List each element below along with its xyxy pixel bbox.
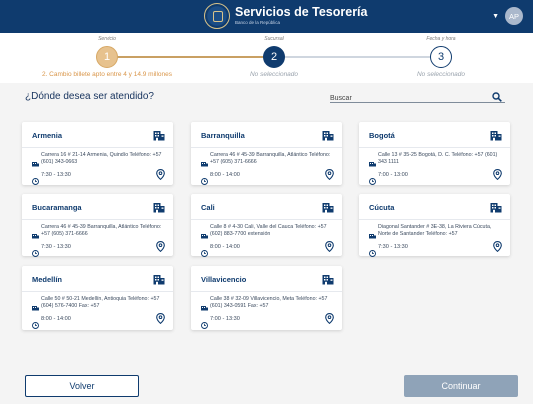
- user-menu[interactable]: ▼ AP: [492, 7, 523, 25]
- step-number[interactable]: 1: [96, 46, 118, 68]
- branch-card[interactable]: Barranquilla Carrera 46 # 45-39 Barranqui…: [191, 122, 342, 185]
- branch-hours: 7:00 - 13:30: [210, 316, 240, 322]
- card-divider: [22, 219, 173, 220]
- avatar[interactable]: AP: [505, 7, 523, 25]
- clock-icon: [369, 172, 376, 190]
- continue-button[interactable]: Continuar: [404, 375, 518, 397]
- branch-name: Cali: [201, 203, 215, 212]
- branch-hours: 7:30 - 13:30: [41, 244, 71, 250]
- clock-icon: [32, 316, 39, 334]
- building-icon: [322, 272, 334, 290]
- address-icon: [369, 154, 376, 172]
- branch-address: Carrera 16 # 21-14 Armenia, Quindío Telé…: [41, 152, 162, 165]
- branch-card[interactable]: Cali Calle 8 # 4-30 Cali, Valle del Cauca…: [191, 194, 342, 257]
- clock-icon: [201, 244, 208, 262]
- building-icon: [153, 128, 165, 146]
- location-pin-icon[interactable]: [493, 167, 502, 185]
- card-divider: [359, 147, 510, 148]
- clock-icon: [32, 172, 39, 190]
- branch-address: Carrera 46 # 45-39 Barranquilla, Atlánti…: [210, 152, 331, 165]
- step-status: 2. Cambio billete apto entre 4 y 14.9 mi…: [41, 71, 173, 78]
- branch-name: Barranquilla: [201, 131, 245, 140]
- address-icon: [32, 298, 39, 316]
- address-icon: [201, 226, 208, 244]
- branch-address: Calle 50 # 50-21 Medellín, Antioquia Tel…: [41, 296, 160, 309]
- card-divider: [191, 291, 342, 292]
- back-button[interactable]: Volver: [25, 375, 139, 397]
- building-icon: [490, 128, 502, 146]
- location-pin-icon[interactable]: [325, 239, 334, 257]
- branch-hours: 8:00 - 14:00: [210, 244, 240, 250]
- clock-icon: [201, 316, 208, 334]
- step-status: No seleccionado: [249, 71, 299, 78]
- chevron-down-icon[interactable]: ▼: [492, 13, 499, 20]
- branch-address: Calle 8 # 4-30 Cali, Valle del Cauca Tel…: [210, 224, 327, 237]
- search-icon[interactable]: [492, 89, 502, 107]
- step-caption: Fecha y hora: [426, 36, 456, 42]
- branch-card[interactable]: Villavicencio Calle 38 # 32-09 Villavicen…: [191, 266, 342, 330]
- building-icon: [322, 200, 334, 218]
- page-title: ¿Dónde desea ser atendido?: [25, 91, 154, 102]
- card-divider: [359, 219, 510, 220]
- branch-card[interactable]: Bucaramanga Carrera 46 # 45-39 Barranquil…: [22, 194, 173, 257]
- branch-address: Calle 13 # 35-25 Bogotá, D. C. Teléfono:…: [378, 152, 498, 165]
- branch-name: Bogotá: [369, 131, 395, 140]
- step-fecha-hora[interactable]: Fecha y hora 3 No seleccionado: [366, 33, 516, 78]
- branch-name: Armenia: [32, 131, 63, 140]
- card-divider: [191, 147, 342, 148]
- address-icon: [369, 226, 376, 244]
- location-pin-icon[interactable]: [156, 239, 165, 257]
- branch-name: Medellín: [32, 275, 63, 284]
- step-caption: Sucursal: [264, 36, 284, 42]
- step-servicio[interactable]: Servicio 1 2. Cambio billete apto entre …: [32, 33, 182, 78]
- building-icon: [322, 128, 334, 146]
- location-pin-icon[interactable]: [156, 311, 165, 329]
- branch-name: Cúcuta: [369, 203, 395, 212]
- address-icon: [32, 154, 39, 172]
- branch-address: Calle 38 # 32-09 Villavicencio, Meta Tel…: [210, 296, 328, 309]
- address-icon: [201, 154, 208, 172]
- app-subtitle: Banco de la República: [235, 20, 281, 25]
- app-title: Servicios de Tesorería: [235, 5, 368, 19]
- card-divider: [22, 291, 173, 292]
- branch-hours: 8:00 - 14:00: [41, 316, 71, 322]
- step-number[interactable]: 2: [263, 46, 285, 68]
- card-divider: [191, 219, 342, 220]
- address-icon: [32, 226, 39, 244]
- building-icon: [153, 272, 165, 290]
- branch-hours: 7:30 - 13:30: [378, 244, 408, 250]
- search-input[interactable]: [330, 91, 480, 106]
- branch-card[interactable]: Medellín Calle 50 # 50-21 Medellín, Antio…: [22, 266, 173, 330]
- branch-card[interactable]: Armenia Carrera 16 # 21-14 Armenia, Quind…: [22, 122, 173, 185]
- step-status: No seleccionado: [416, 71, 466, 78]
- progress-stepper: Servicio 1 2. Cambio billete apto entre …: [0, 33, 533, 83]
- branch-address: Diagonal Santander # 3E-38, La Riviera C…: [378, 224, 492, 237]
- branch-hours: 7:30 - 13:30: [41, 172, 71, 178]
- branch-name: Villavicencio: [201, 275, 247, 284]
- step-caption: Servicio: [98, 36, 116, 42]
- address-icon: [201, 298, 208, 316]
- location-pin-icon[interactable]: [325, 311, 334, 329]
- card-divider: [22, 147, 173, 148]
- location-pin-icon[interactable]: [325, 167, 334, 185]
- branch-hours: 7:00 - 13:00: [378, 172, 408, 178]
- bank-logo: [204, 3, 230, 29]
- step-number[interactable]: 3: [430, 46, 452, 68]
- clock-icon: [32, 244, 39, 262]
- search-box[interactable]: [330, 87, 505, 106]
- clock-icon: [201, 172, 208, 190]
- location-pin-icon[interactable]: [156, 167, 165, 185]
- building-icon: [153, 200, 165, 218]
- location-pin-icon[interactable]: [493, 239, 502, 257]
- branch-card[interactable]: Cúcuta Diagonal Santander # 3E-38, La Riv…: [359, 194, 510, 257]
- clock-icon: [369, 244, 376, 262]
- branch-hours: 8:00 - 14:00: [210, 172, 240, 178]
- branch-name: Bucaramanga: [32, 203, 82, 212]
- app-header: Servicios de Tesorería Banco de la Repúb…: [0, 0, 533, 33]
- building-icon: [490, 200, 502, 218]
- branch-card[interactable]: Bogotá Calle 13 # 35-25 Bogotá, D. C. Tel…: [359, 122, 510, 185]
- branch-address: Carrera 46 # 45-39 Barranquilla, Atlánti…: [41, 224, 162, 237]
- step-sucursal[interactable]: Sucursal 2 No seleccionado: [199, 33, 349, 78]
